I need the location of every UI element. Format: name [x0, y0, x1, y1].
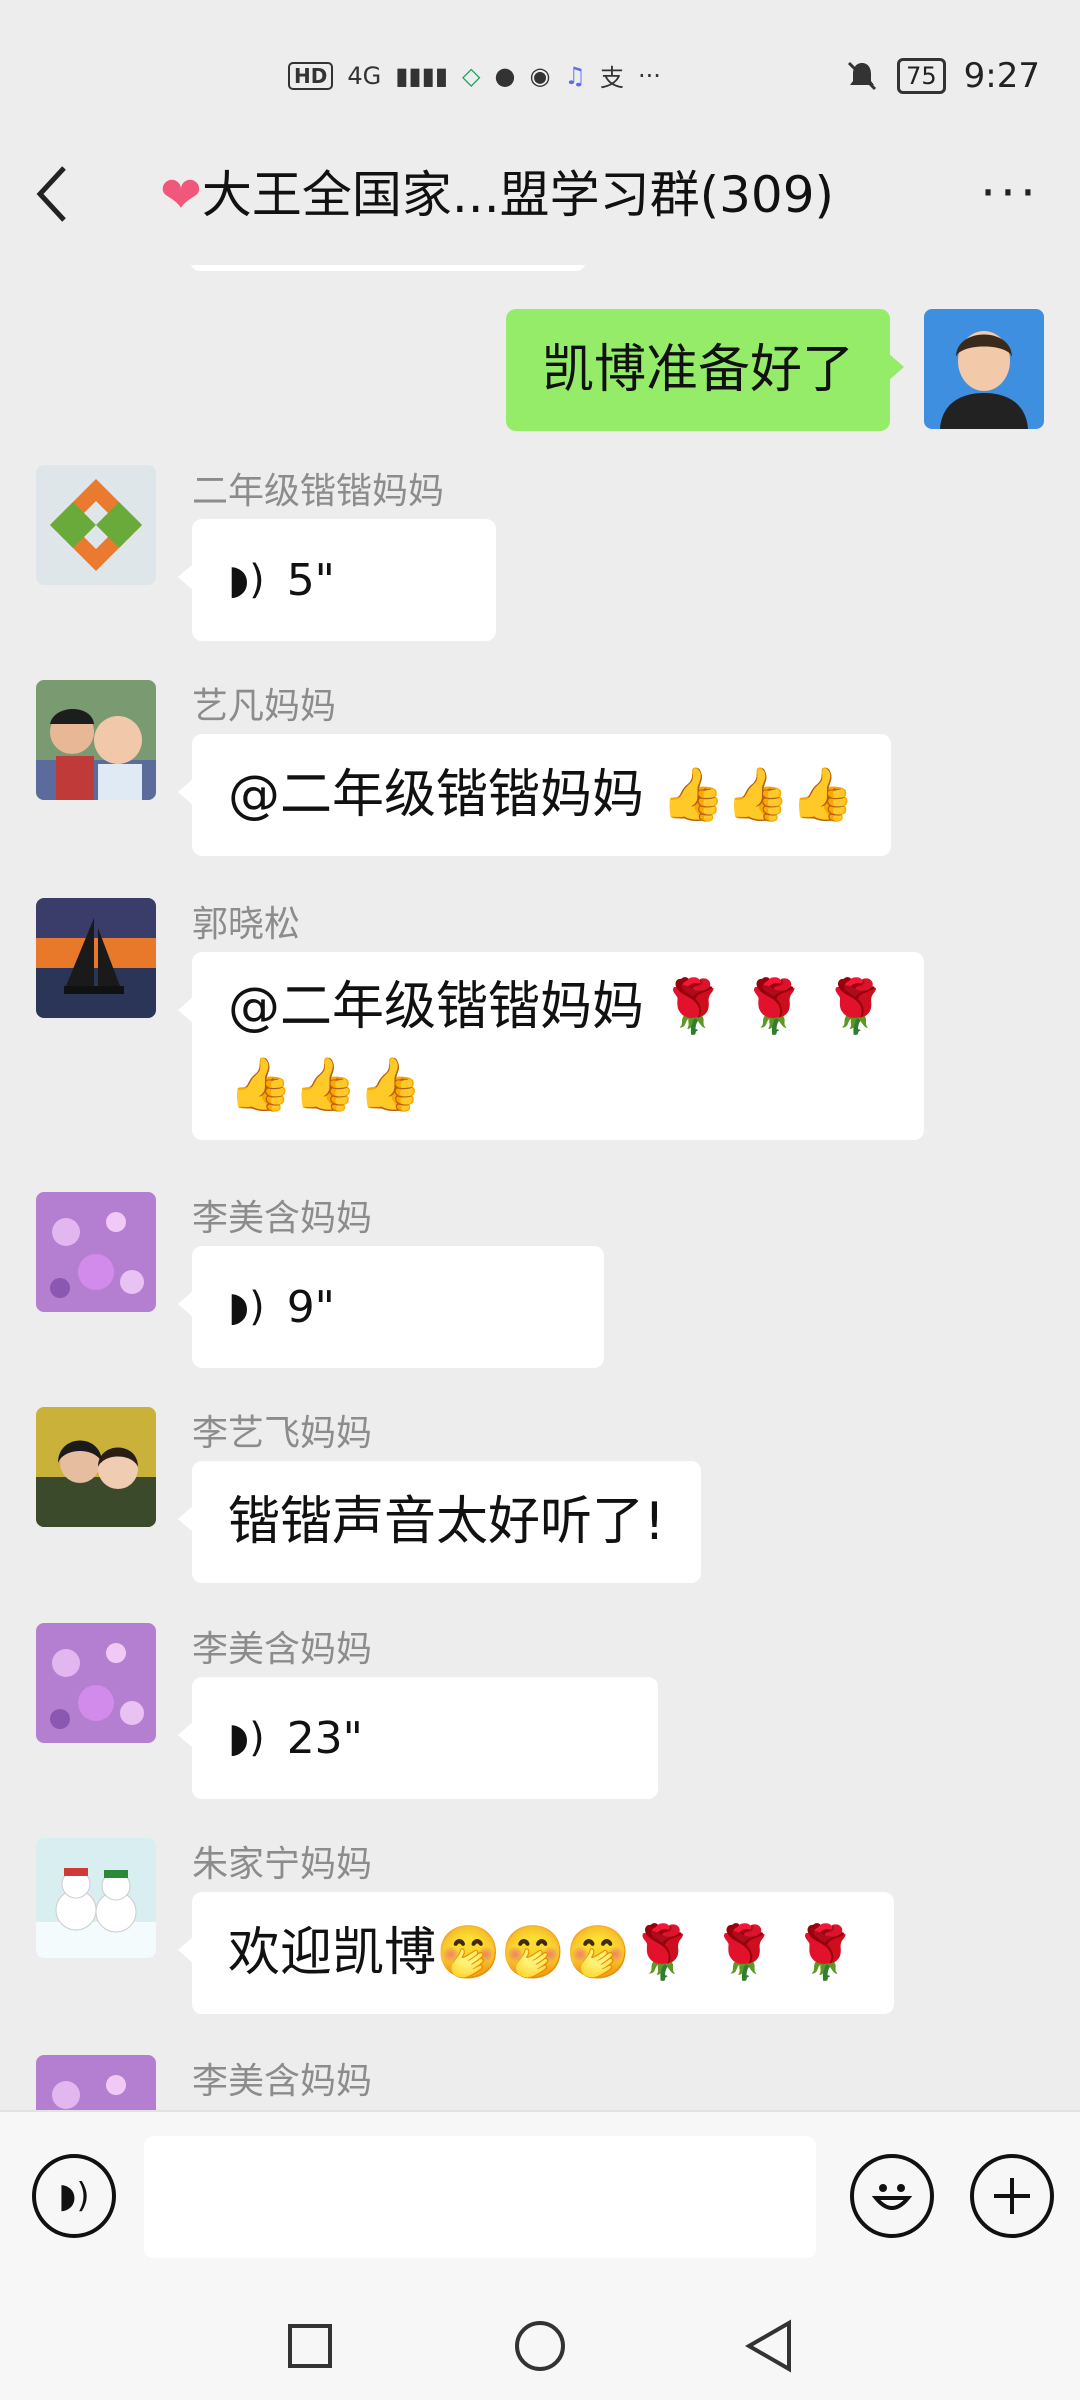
sender-name: 二年级锴锴妈妈 — [192, 471, 445, 512]
voice-icon: ◗) — [228, 1284, 265, 1330]
message-input[interactable] — [144, 2136, 816, 2258]
sender-name: 李美含妈妈 — [192, 1629, 373, 1670]
voice-message-bubble[interactable]: ◗) 9" — [178, 1246, 604, 1368]
smiley-icon — [871, 2184, 913, 2210]
sender-name: 李艺飞妈妈 — [192, 1413, 373, 1454]
back-button[interactable] — [30, 156, 100, 236]
sender-name: 朱家宁妈妈 — [192, 1844, 373, 1885]
incoming-message: 朱家宁妈妈 欢迎凯博🤭🤭🤭🌹 🌹 🌹 — [36, 1838, 894, 2014]
incoming-message: 李美含妈妈 ◗) 23" — [36, 1623, 658, 1799]
more-functions-button[interactable] — [970, 2154, 1054, 2238]
more-notifications-icon: ··· — [637, 61, 661, 90]
system-back-button[interactable] — [740, 2316, 800, 2376]
avatar[interactable] — [36, 898, 156, 1018]
status-bar: HD 4G ▮▮▮▮ ◇ ● ◉ ♫ 支 ··· 75 9:27 — [0, 0, 1080, 130]
message-list[interactable]: 凯博准备好了 二年级锴锴妈妈 ◗) 5" 艺凡妈妈 @二年级锴锴妈妈 👍👍👍 郭… — [0, 265, 1080, 2110]
heart-icon: ❤ — [160, 166, 202, 224]
system-navigation-bar — [0, 2290, 1080, 2400]
incoming-message: 李艺飞妈妈 锴锴声音太好听了! — [36, 1407, 701, 1583]
alipay-notification-icon: 支 — [599, 64, 624, 92]
avatar[interactable] — [36, 1192, 156, 1312]
more-options-button[interactable]: ··· — [970, 156, 1050, 236]
circle-icon — [515, 2321, 565, 2371]
message-bubble[interactable]: 凯博准备好了 — [505, 309, 905, 431]
avatar[interactable] — [36, 1407, 156, 1527]
message-line: @二年级锴锴妈妈 🌹 🌹 🌹 — [228, 977, 888, 1037]
avatar[interactable] — [36, 1838, 156, 1958]
music-notification-icon: ♫ — [564, 61, 586, 90]
sender-name: 郭晓松 — [192, 904, 301, 945]
outgoing-message: 凯博准备好了 — [505, 309, 1044, 431]
message-bubble[interactable]: 锴锴声音太好听了! — [178, 1461, 701, 1583]
avatar[interactable] — [36, 680, 156, 800]
message-line: 👍👍👍 — [228, 1055, 423, 1115]
incoming-message: 艺凡妈妈 @二年级锴锴妈妈 👍👍👍 — [36, 680, 891, 856]
avatar[interactable] — [36, 2055, 156, 2110]
network-icon: 4G — [347, 61, 382, 90]
home-button[interactable] — [510, 2316, 570, 2376]
avatar[interactable] — [36, 1623, 156, 1743]
triangle-back-icon — [744, 2319, 791, 2373]
message-bubble[interactable]: @二年级锴锴妈妈 🌹 🌹 🌹 👍👍👍 — [178, 952, 924, 1140]
voice-icon: ◗) — [228, 1715, 265, 1761]
voice-message-bubble[interactable]: ◗) 23" — [178, 1677, 658, 1799]
message-bubble[interactable]: @二年级锴锴妈妈 👍👍👍 — [178, 734, 891, 856]
mute-icon — [848, 61, 877, 91]
group-name: 大王全国家...盟学习群(309) — [201, 166, 835, 224]
voice-duration: 5" — [286, 554, 335, 606]
voice-duration: 23" — [286, 1712, 363, 1764]
sender-name: 李美含妈妈 — [192, 2061, 373, 2102]
battery-indicator: 75 — [897, 58, 946, 94]
avatar[interactable] — [924, 309, 1044, 429]
avatar[interactable] — [36, 465, 156, 585]
chevron-left-icon — [36, 166, 66, 222]
voice-icon: ◗) — [228, 557, 265, 603]
clock: 9:27 — [963, 56, 1040, 96]
voice-duration: 9" — [286, 1281, 335, 1333]
status-icons: HD 4G ▮▮▮▮ ◇ ● ◉ ♫ 支 ··· — [288, 58, 661, 93]
partial-message-bubble — [190, 265, 586, 271]
message-bubble[interactable]: 欢迎凯博🤭🤭🤭🌹 🌹 🌹 — [178, 1892, 894, 2014]
incoming-message: 郭晓松 @二年级锴锴妈妈 🌹 🌹 🌹 👍👍👍 — [36, 898, 924, 1140]
voice-icon: ◗) — [58, 2176, 90, 2216]
signal-icon: ▮▮▮▮ — [395, 61, 449, 90]
incoming-message: 李美含妈妈 — [36, 2055, 372, 2110]
browser-notification-icon: ◉ — [529, 61, 551, 90]
input-bar: ◗) — [0, 2110, 1080, 2292]
voice-input-button[interactable]: ◗) — [32, 2154, 116, 2238]
voice-message-bubble[interactable]: ◗) 5" — [178, 519, 496, 641]
app-notification-icon: ◇ — [462, 61, 481, 90]
incoming-message: 二年级锴锴妈妈 ◗) 5" — [36, 465, 496, 641]
emoji-button[interactable] — [850, 2154, 934, 2238]
hd-icon: HD — [288, 61, 334, 90]
chat-notification-icon: ● — [494, 61, 516, 90]
incoming-message: 李美含妈妈 ◗) 9" — [36, 1192, 604, 1368]
status-right: 75 9:27 — [845, 56, 1040, 96]
sender-name: 艺凡妈妈 — [192, 686, 337, 727]
plus-icon — [994, 2178, 1030, 2214]
square-icon — [288, 2324, 332, 2368]
page-title: ❤大王全国家...盟学习群(309) — [160, 160, 880, 230]
recent-apps-button[interactable] — [280, 2316, 340, 2376]
sender-name: 李美含妈妈 — [192, 1198, 373, 1239]
chat-header: ❤大王全国家...盟学习群(309) ··· — [0, 130, 1080, 260]
